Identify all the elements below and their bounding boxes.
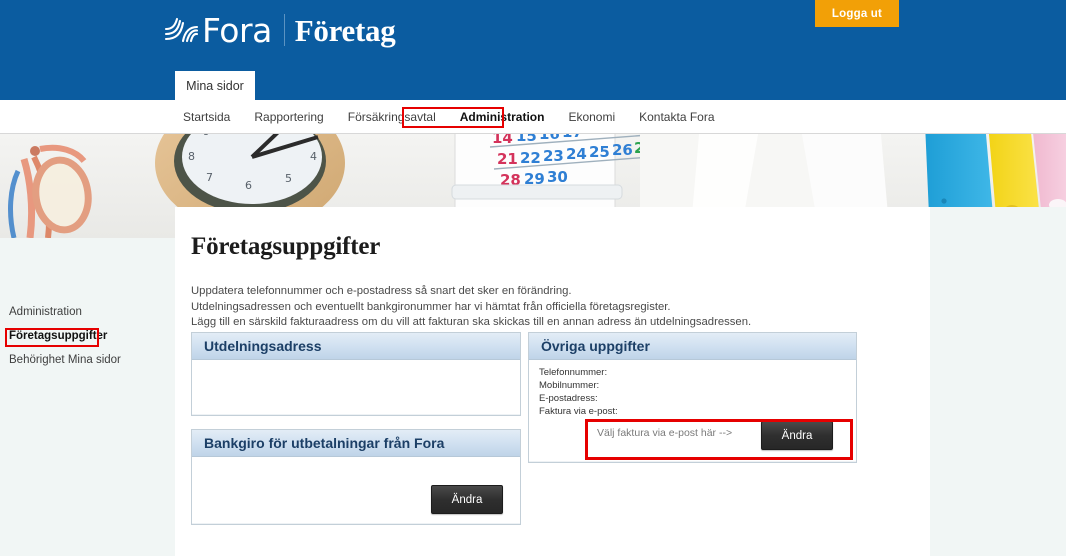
page-root: 10 9 8 7 6 5 4 14 15 16 17 bbox=[0, 0, 1066, 556]
nav-item-rapportering[interactable]: Rapportering bbox=[254, 110, 323, 124]
fora-logo[interactable]: Fora Företag bbox=[163, 10, 396, 50]
tab-mina-sidor[interactable]: Mina sidor bbox=[175, 71, 255, 101]
nav-item-kontakta-fora[interactable]: Kontakta Fora bbox=[639, 110, 714, 124]
logo-text-foretag: Företag bbox=[294, 12, 396, 48]
field-epostadress-label: E-postadress: bbox=[539, 393, 598, 404]
field-mobilnummer-label: Mobilnummer: bbox=[539, 380, 600, 391]
nav-item-startsida[interactable]: Startsida bbox=[183, 110, 230, 124]
panel-ovriga-uppgifter-body: Telefonnummer: Mobilnummer: E-postadress… bbox=[529, 360, 856, 461]
sidebar-item-foretagsuppgifter[interactable]: Företagsuppgifter bbox=[0, 324, 175, 348]
svg-text:7: 7 bbox=[206, 171, 213, 184]
intro-line-2: Utdelningsadressen och eventuellt bankgi… bbox=[191, 300, 671, 313]
svg-text:30: 30 bbox=[547, 168, 568, 186]
svg-text:21: 21 bbox=[497, 150, 518, 168]
ovriga-field-list: Telefonnummer: Mobilnummer: E-postadress… bbox=[539, 366, 618, 418]
svg-text:6: 6 bbox=[245, 179, 252, 192]
panel-utdelningsadress-body bbox=[192, 360, 520, 414]
ovriga-uppgifter-andra-button[interactable]: Ändra bbox=[761, 421, 833, 450]
sidebar-item-administration[interactable]: Administration bbox=[0, 300, 175, 324]
field-telefonnummer-label: Telefonnummer: bbox=[539, 367, 608, 378]
panel-ovriga-uppgifter-title: Övriga uppgifter bbox=[529, 333, 856, 360]
logo-text-fora: Fora bbox=[202, 10, 272, 50]
nav-item-forsakringsavtal[interactable]: Försäkringsavtal bbox=[348, 110, 436, 124]
intro-line-1: Uppdatera telefonnummer och e-postadress… bbox=[191, 285, 572, 297]
panel-utdelningsadress: Utdelningsadress bbox=[191, 332, 521, 416]
logo-divider bbox=[283, 14, 285, 46]
top-header-bar: Fora Företag Logga ut bbox=[0, 0, 1066, 100]
main-navigation-bar: Startsida Rapportering Försäkringsavtal … bbox=[0, 100, 1066, 134]
panel-utdelningsadress-title: Utdelningsadress bbox=[192, 333, 520, 360]
intro-paragraph: Uppdatera telefonnummer och e-postadress… bbox=[191, 284, 891, 331]
svg-text:23: 23 bbox=[543, 147, 564, 165]
annotation-hint-text: Välj faktura via e-post här --> bbox=[597, 427, 733, 439]
intro-line-3: Lägg till en särskild fakturaadress om d… bbox=[191, 316, 752, 328]
page-background-right bbox=[930, 238, 1066, 556]
left-sidebar: Administration Företagsuppgifter Behörig… bbox=[0, 300, 175, 372]
svg-text:4: 4 bbox=[310, 150, 317, 163]
fora-wave-logo-icon bbox=[164, 17, 199, 43]
svg-text:26: 26 bbox=[612, 141, 633, 159]
page-background-right-top bbox=[930, 207, 1066, 238]
sidebar-item-behorighet-mina-sidor[interactable]: Behörighet Mina sidor bbox=[0, 348, 175, 372]
panel-ovriga-uppgifter: Övriga uppgifter Telefonnummer: Mobilnum… bbox=[528, 332, 857, 463]
panel-bankgiro-title: Bankgiro för utbetalningar från Fora bbox=[192, 430, 520, 457]
svg-text:8: 8 bbox=[188, 150, 195, 163]
svg-text:25: 25 bbox=[589, 143, 610, 161]
nav-item-ekonomi[interactable]: Ekonomi bbox=[568, 110, 615, 124]
page-title: Företagsuppgifter bbox=[191, 233, 381, 260]
field-faktura-via-epost-label: Faktura via e-post: bbox=[539, 406, 618, 417]
nav-item-list: Startsida Rapportering Försäkringsavtal … bbox=[183, 100, 715, 133]
logout-button[interactable]: Logga ut bbox=[815, 0, 899, 27]
bankgiro-andra-button[interactable]: Ändra bbox=[431, 485, 503, 514]
panel-bankgiro: Bankgiro för utbetalningar från Fora Änd… bbox=[191, 429, 521, 525]
panel-bankgiro-body: Ändra bbox=[192, 457, 520, 523]
page-background-left bbox=[0, 238, 175, 556]
svg-text:24: 24 bbox=[566, 145, 587, 163]
nav-item-administration[interactable]: Administration bbox=[460, 110, 545, 124]
svg-text:5: 5 bbox=[285, 172, 292, 185]
svg-text:22: 22 bbox=[520, 149, 541, 167]
